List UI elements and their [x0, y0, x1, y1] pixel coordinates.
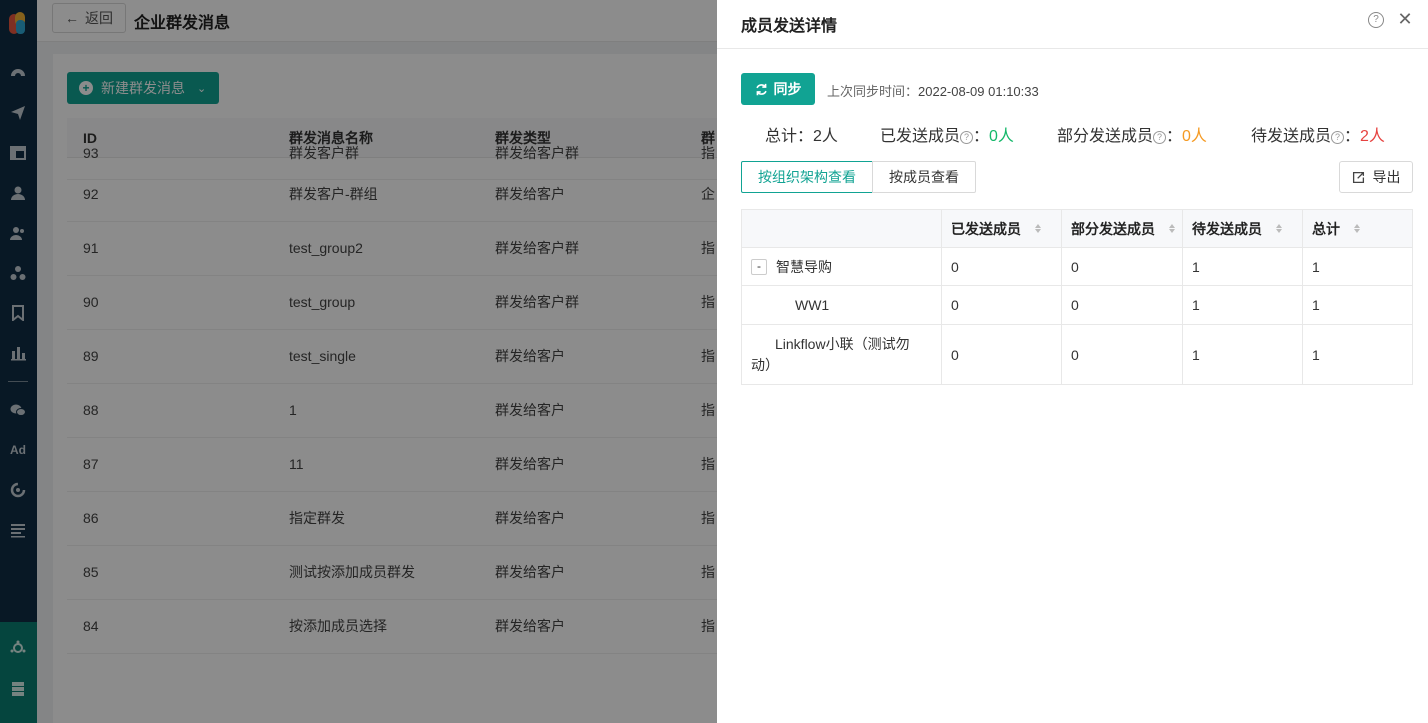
stat-pending-label: 待发送成员	[1251, 128, 1332, 145]
org-cell: - 智慧导购	[742, 248, 942, 285]
collapse-toggle[interactable]: -	[751, 258, 767, 275]
stat-pending: 待发送成员? ：2人	[1251, 122, 1385, 146]
column-header-org	[742, 210, 942, 247]
sync-button[interactable]: 同步	[741, 73, 815, 105]
column-header-sent[interactable]: 已发送成员	[942, 210, 1062, 247]
table-row: - 智慧导购 0 0 1 1	[742, 248, 1412, 286]
tab-by-org[interactable]: 按组织架构查看	[741, 161, 873, 193]
pending-cell: 1	[1183, 248, 1303, 285]
total-cell: 1	[1312, 258, 1320, 275]
partial-cell: 0	[1062, 248, 1183, 285]
table-row: WW1 0 0 1 1	[742, 286, 1412, 325]
org-name: Linkflow小联（测试勿动）	[751, 335, 910, 373]
refresh-icon	[755, 83, 767, 95]
stat-sent: 已发送成员? ：0人	[880, 122, 1014, 146]
stat-partial: 部分发送成员? ：0人	[1057, 122, 1207, 146]
column-header-partial[interactable]: 部分发送成员	[1062, 210, 1183, 247]
total-cell: 1	[1312, 346, 1320, 363]
total-cell: 1	[1312, 297, 1320, 313]
org-name: WW1	[795, 297, 830, 313]
stat-sent-value: 0人	[989, 128, 1014, 145]
question-icon[interactable]: ?	[1153, 131, 1167, 144]
sort-icon[interactable]	[1035, 224, 1041, 233]
last-sync-time: 上次同步时间：2022-08-09 01:10:33	[827, 81, 1039, 100]
drawer-title: 成员发送详情	[741, 18, 838, 35]
sort-icon[interactable]	[1276, 224, 1282, 233]
stat-partial-label: 部分发送成员	[1057, 128, 1154, 145]
org-cell: Linkflow小联（测试勿动）	[742, 325, 942, 384]
pending-cell: 1	[1183, 286, 1303, 324]
close-icon[interactable]: ✕	[1396, 9, 1414, 29]
sort-icon[interactable]	[1354, 224, 1360, 233]
stat-total-label: 总计：	[765, 128, 814, 145]
stat-partial-value: 0人	[1182, 128, 1207, 145]
stat-total: 总计：2人	[765, 122, 838, 146]
partial-cell: 0	[1062, 325, 1183, 384]
stat-colon: ：	[973, 128, 990, 145]
stat-pending-value: 2人	[1360, 128, 1385, 145]
org-name: 智慧导购	[776, 258, 832, 275]
org-cell: WW1	[742, 286, 942, 324]
sent-cell: 0	[942, 325, 1062, 384]
last-sync-value: 2022-08-09 01:10:33	[918, 84, 1039, 99]
export-button[interactable]: 导出	[1339, 161, 1413, 193]
stat-sent-label: 已发送成员	[880, 128, 961, 145]
pending-cell: 1	[1183, 325, 1303, 384]
column-header-pending[interactable]: 待发送成员	[1183, 210, 1303, 247]
sent-cell: 0	[942, 248, 1062, 285]
export-icon	[1352, 171, 1364, 183]
sent-cell: 0	[942, 286, 1062, 324]
question-icon[interactable]: ?	[960, 131, 974, 144]
last-sync-label: 上次同步时间：	[827, 84, 919, 99]
member-detail-table: 已发送成员 部分发送成员 待发送成员 总计 - 智慧导购 0 0 1 1 WW1…	[741, 209, 1413, 385]
help-icon[interactable]: ?	[1368, 12, 1384, 28]
stat-colon: ：	[1344, 128, 1361, 145]
stat-colon: ：	[1166, 128, 1183, 145]
question-icon[interactable]: ?	[1331, 131, 1345, 144]
sort-icon[interactable]	[1169, 224, 1175, 233]
detail-table-header: 已发送成员 部分发送成员 待发送成员 总计	[742, 210, 1412, 248]
drawer-header: 成员发送详情 ? ✕	[717, 0, 1428, 49]
tab-by-member[interactable]: 按成员查看	[872, 161, 976, 193]
member-send-detail-drawer: 成员发送详情 ? ✕ 同步 上次同步时间：2022-08-09 01:10:33…	[717, 0, 1428, 723]
sync-label: 同步	[773, 81, 802, 97]
table-row: Linkflow小联（测试勿动） 0 0 1 1	[742, 325, 1412, 384]
column-header-total[interactable]: 总计	[1303, 210, 1414, 247]
stat-total-value: 2人	[813, 128, 838, 145]
export-label: 导出	[1372, 169, 1401, 185]
partial-cell: 0	[1062, 286, 1183, 324]
